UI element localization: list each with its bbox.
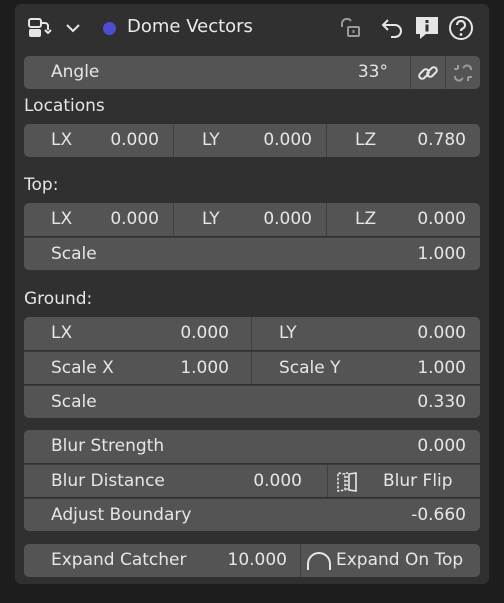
top-ly-value: 0.000: [263, 209, 312, 229]
arch-icon: [306, 551, 332, 571]
panel-title: Dome Vectors: [127, 16, 253, 37]
ground-ly-value: 0.000: [417, 323, 466, 343]
info-icon[interactable]: [413, 14, 441, 42]
unlink-icon[interactable]: [445, 56, 480, 89]
blur-strength-value: 0.000: [417, 436, 466, 456]
ground-scale-label: Scale: [51, 392, 97, 412]
ground-ly-label: LY: [279, 323, 297, 343]
top-lx-value: 0.000: [110, 209, 159, 229]
locations-ly-label: LY: [202, 130, 220, 150]
ground-lx-label: LX: [51, 323, 73, 343]
locations-row: LX 0.000 LY 0.000 LZ 0.780: [24, 124, 480, 157]
undo-icon[interactable]: [379, 14, 407, 42]
dome-vectors-panel: Dome Vectors Angle 33° Locations LX 0.00…: [15, 4, 489, 584]
top-ly-field[interactable]: LY 0.000: [173, 203, 326, 236]
top-scale-field[interactable]: Scale 1.000: [24, 237, 480, 270]
ground-scalex-value: 1.000: [180, 358, 229, 378]
blur-flip-toggle[interactable]: Blur Flip: [327, 465, 480, 497]
top-lz-value: 0.000: [417, 209, 466, 229]
ground-scalex-field[interactable]: Scale X 1.000: [24, 352, 251, 384]
expand-on-top-toggle[interactable]: Expand On Top: [300, 544, 480, 577]
ground-scale-xy-row: Scale X 1.000 Scale Y 1.000: [24, 351, 480, 384]
mirror-icon: [334, 470, 360, 494]
top-lz-field[interactable]: LZ 0.000: [326, 203, 480, 236]
adjust-boundary-field[interactable]: Adjust Boundary -0.660: [24, 498, 480, 531]
locations-lz-label: LZ: [355, 130, 377, 150]
locations-lz-field[interactable]: LZ 0.780: [326, 124, 480, 157]
expand-row: Expand Catcher 10.000 Expand On Top: [24, 544, 480, 577]
ground-scale-value: 0.330: [417, 392, 466, 412]
top-scale-value: 1.000: [417, 244, 466, 264]
ground-scale-field[interactable]: Scale 0.330: [24, 385, 480, 418]
top-lx-label: LX: [51, 209, 73, 229]
locations-title: Locations: [24, 96, 105, 116]
expand-catcher-value: 10.000: [227, 550, 287, 570]
adjust-boundary-value: -0.660: [411, 505, 466, 525]
blur-flip-label: Blur Flip: [383, 471, 453, 491]
blur-distance-row: Blur Distance 0.000 Blur Flip: [24, 464, 480, 497]
ground-lx-value: 0.000: [180, 323, 229, 343]
ground-location-row: LX 0.000 LY 0.000: [24, 317, 480, 350]
top-location-row: LX 0.000 LY 0.000 LZ 0.000: [24, 203, 480, 236]
expand-catcher-field[interactable]: Expand Catcher 10.000: [24, 544, 300, 577]
locations-ly-field[interactable]: LY 0.000: [173, 124, 326, 157]
top-lz-label: LZ: [355, 209, 377, 229]
ground-scaley-field[interactable]: Scale Y 1.000: [251, 352, 480, 384]
angle-row: Angle 33°: [24, 56, 480, 89]
ground-title: Ground:: [24, 289, 93, 309]
adjust-boundary-label: Adjust Boundary: [51, 505, 192, 525]
expand-catcher-label: Expand Catcher: [51, 550, 187, 570]
ground-scaley-label: Scale Y: [279, 358, 341, 378]
locations-lz-value: 0.780: [417, 130, 466, 150]
ground-scaley-value: 1.000: [417, 358, 466, 378]
angle-label: Angle: [51, 62, 100, 82]
angle-value: 33°: [357, 62, 388, 82]
unlock-icon[interactable]: [335, 14, 363, 42]
blur-strength-label: Blur Strength: [51, 436, 165, 456]
top-scale-label: Scale: [51, 244, 97, 264]
locations-lx-value: 0.000: [110, 130, 159, 150]
panel-header: Dome Vectors: [15, 4, 489, 50]
chevron-down-icon[interactable]: [59, 14, 87, 42]
node-color-dot: [103, 22, 116, 35]
help-icon[interactable]: [447, 14, 475, 42]
locations-lx-field[interactable]: LX 0.000: [24, 124, 173, 157]
ground-lx-field[interactable]: LX 0.000: [24, 317, 251, 350]
blur-distance-value: 0.000: [253, 471, 302, 491]
ground-scalex-label: Scale X: [51, 358, 114, 378]
blur-distance-field[interactable]: Blur Distance 0.000: [24, 465, 327, 497]
angle-field[interactable]: Angle 33°: [24, 56, 410, 89]
blur-strength-field[interactable]: Blur Strength 0.000: [24, 430, 480, 463]
locations-lx-label: LX: [51, 130, 73, 150]
top-ly-label: LY: [202, 209, 220, 229]
locations-ly-value: 0.000: [263, 130, 312, 150]
link-icon[interactable]: [410, 56, 445, 89]
top-lx-field[interactable]: LX 0.000: [24, 203, 173, 236]
expand-on-top-label: Expand On Top: [336, 550, 464, 570]
node-editor-icon[interactable]: [25, 14, 53, 42]
blur-distance-label: Blur Distance: [51, 471, 165, 491]
ground-ly-field[interactable]: LY 0.000: [251, 317, 480, 350]
top-title: Top:: [24, 175, 59, 195]
